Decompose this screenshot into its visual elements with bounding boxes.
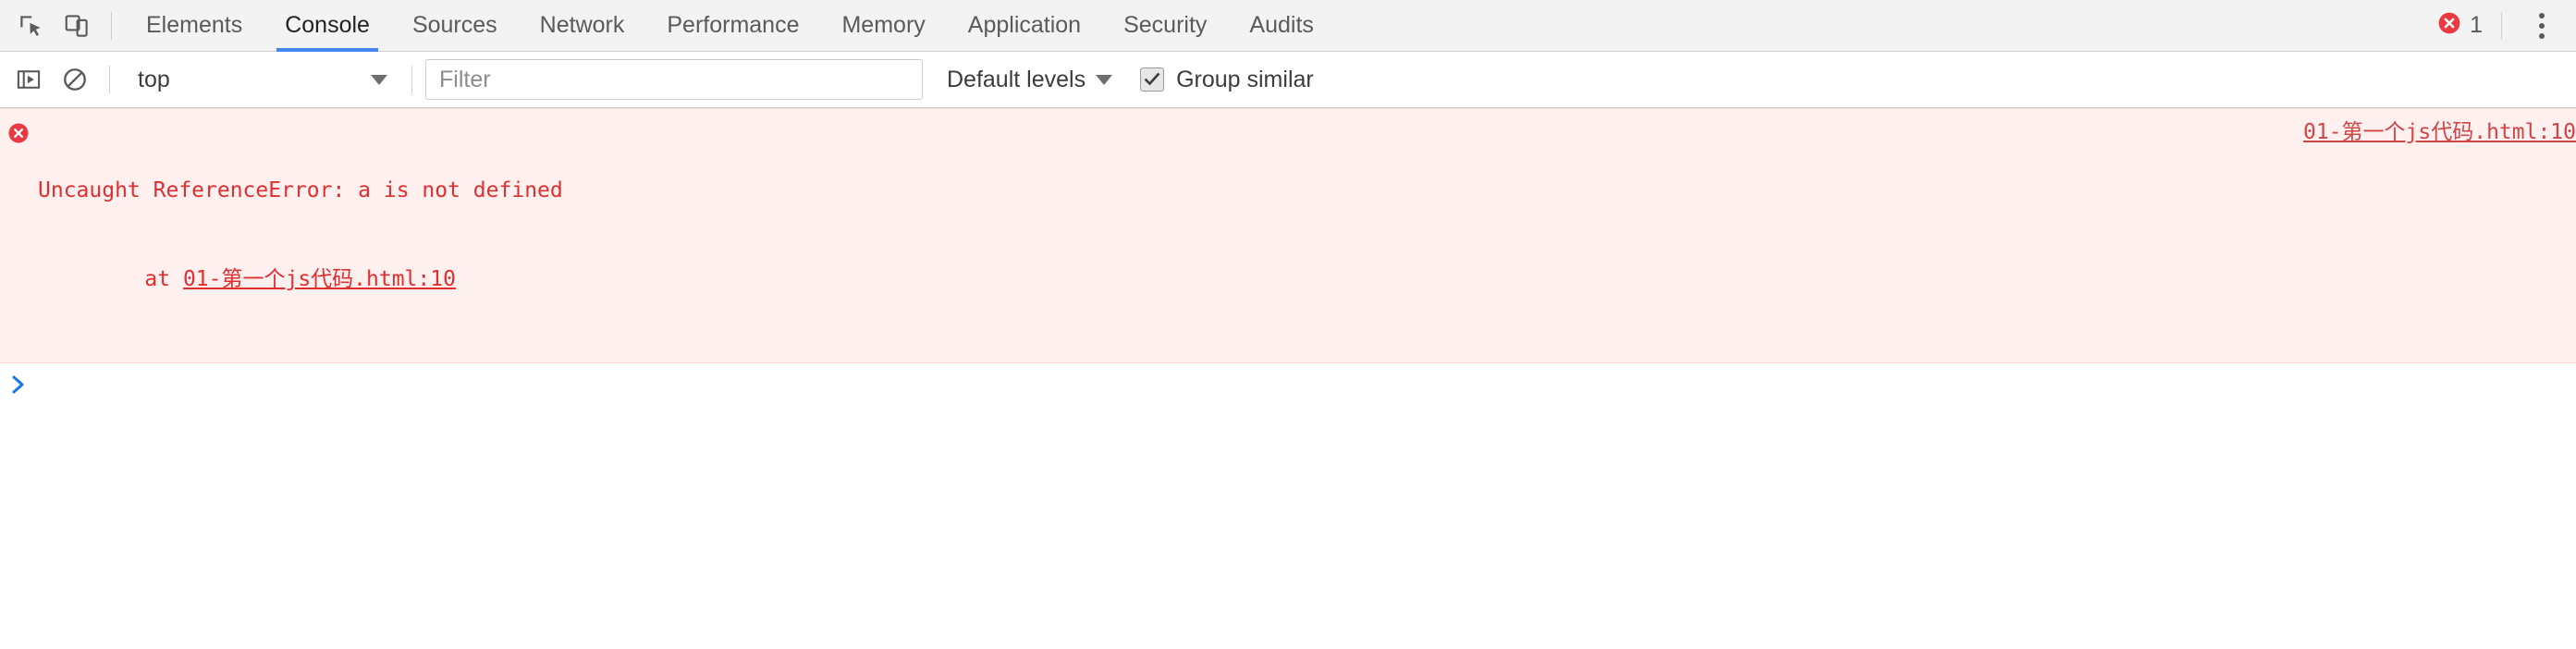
tab-elements[interactable]: Elements — [125, 0, 264, 52]
tab-console[interactable]: Console — [264, 0, 391, 52]
error-stack-link[interactable]: 01-第一个js代码.html:10 — [183, 267, 456, 291]
tab-memory[interactable]: Memory — [820, 0, 946, 52]
tab-label: Application — [968, 12, 1081, 39]
group-similar-checkbox[interactable] — [1140, 67, 1164, 92]
error-stack-at: at — [93, 267, 183, 291]
prompt-chevron-icon — [9, 373, 30, 401]
log-level-selector[interactable]: Default levels — [936, 59, 1123, 100]
clear-console-button[interactable] — [52, 56, 98, 103]
tab-label: Network — [540, 12, 625, 39]
tab-network[interactable]: Network — [519, 0, 646, 52]
tab-performance[interactable]: Performance — [645, 0, 820, 52]
kebab-dot — [2539, 13, 2545, 18]
group-similar-label: Group similar — [1176, 67, 1314, 93]
tab-application[interactable]: Application — [947, 0, 1102, 52]
error-source-link[interactable]: 01-第一个js代码.html:10 — [2303, 117, 2576, 147]
kebab-dot — [2539, 33, 2545, 39]
console-error-message[interactable]: Uncaught ReferenceError: a is not define… — [0, 108, 2576, 363]
console-prompt-input[interactable] — [39, 371, 2576, 402]
error-text: Uncaught ReferenceError: a is not define… — [38, 116, 2576, 353]
execution-context-selector[interactable]: top — [123, 59, 400, 100]
error-count-button[interactable]: 1 — [2430, 11, 2490, 40]
kebab-menu-icon[interactable] — [2521, 5, 2563, 47]
tab-label: Audits — [1249, 12, 1313, 39]
tab-label: Memory — [841, 12, 925, 39]
error-circle-icon — [2437, 11, 2461, 40]
console-sidebar-toggle-button[interactable] — [6, 56, 52, 103]
toolbar-divider-right — [2501, 12, 2502, 40]
tab-sources[interactable]: Sources — [391, 0, 519, 52]
error-headline: Uncaught ReferenceError: a is not define… — [38, 176, 2576, 205]
device-toolbar-icon — [63, 12, 91, 40]
tabbar-right-controls: 1 — [2430, 5, 2576, 47]
inspect-element-icon — [17, 12, 44, 40]
console-filter-bar: top Default levels Group similar — [0, 52, 2576, 108]
console-message-list: Uncaught ReferenceError: a is not define… — [0, 108, 2576, 649]
chevron-down-icon — [371, 75, 387, 85]
filterbar-divider-2 — [411, 66, 412, 93]
tab-audits[interactable]: Audits — [1228, 0, 1334, 52]
tab-label: Console — [285, 12, 370, 39]
tab-label: Elements — [146, 12, 242, 39]
error-circle-icon — [7, 122, 30, 149]
clear-console-icon — [62, 67, 88, 92]
console-prompt[interactable] — [0, 363, 2576, 408]
devtools-tabbar: Elements Console Sources Network Perform… — [0, 0, 2576, 52]
chevron-down-icon — [1096, 75, 1112, 85]
tab-label: Performance — [667, 12, 799, 39]
execution-context-label: top — [138, 67, 170, 93]
toolbar-divider — [111, 12, 112, 40]
filter-input[interactable] — [425, 59, 923, 100]
tab-label: Security — [1123, 12, 1207, 39]
tab-security[interactable]: Security — [1102, 0, 1228, 52]
console-sidebar-icon — [16, 67, 42, 92]
panel-tabs: Elements Console Sources Network Perform… — [125, 0, 2430, 52]
inspect-element-button[interactable] — [7, 3, 54, 49]
kebab-dot — [2539, 23, 2545, 29]
filterbar-divider-1 — [109, 66, 110, 93]
tab-label: Sources — [412, 12, 497, 39]
device-toolbar-toggle-button[interactable] — [54, 3, 100, 49]
error-stack-line: at 01-第一个js代码.html:10 — [38, 264, 2576, 294]
log-level-label: Default levels — [947, 67, 1086, 93]
group-similar-toggle[interactable]: Group similar — [1140, 67, 1314, 93]
error-count-label: 1 — [2470, 12, 2483, 39]
